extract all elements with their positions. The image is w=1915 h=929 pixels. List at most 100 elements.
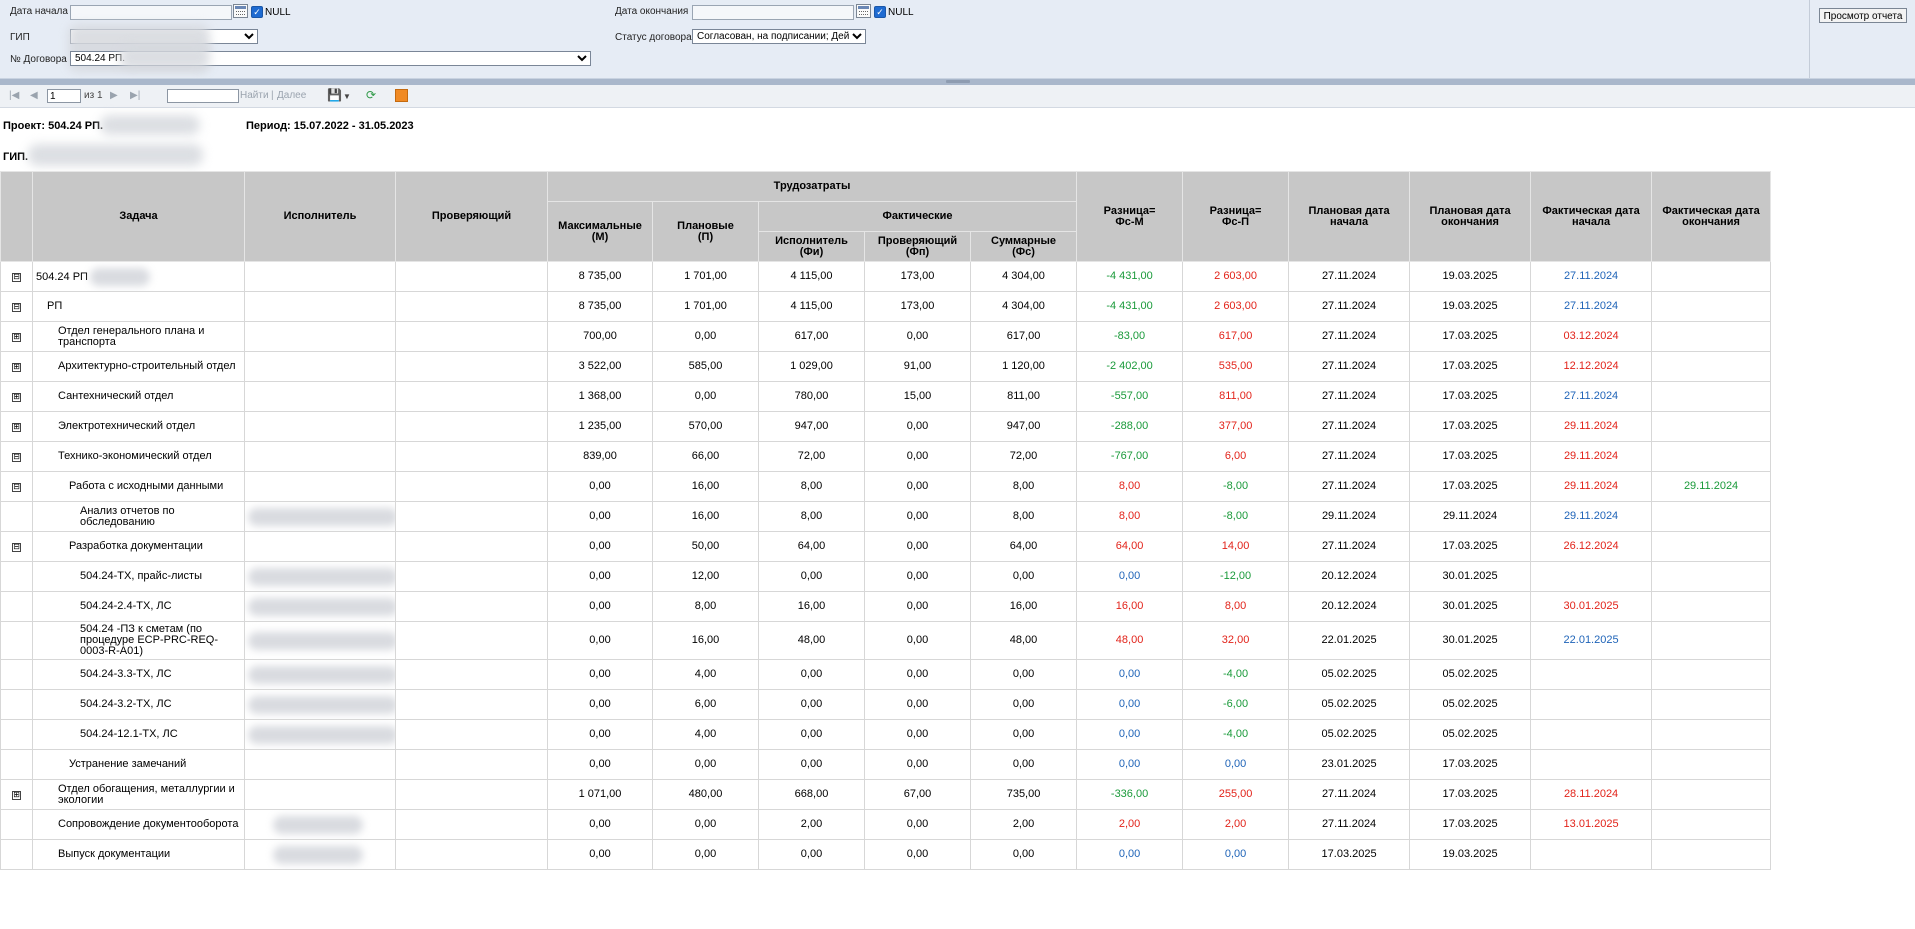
diff-p-cell: 377,00 xyxy=(1182,411,1290,442)
col-act-exec: Исполнитель (Фи) xyxy=(758,231,865,262)
diff-p-cell: 255,00 xyxy=(1182,779,1290,810)
fact-start-cell xyxy=(1530,749,1653,780)
find-input[interactable] xyxy=(167,89,239,103)
diff-p-cell: 0,00 xyxy=(1182,749,1290,780)
next-page-icon[interactable]: ▶ xyxy=(110,90,118,101)
table-row: Выпуск документации 0,00 0,00 0,00 0,00 0,00 0… xyxy=(0,839,1772,870)
executor-cell xyxy=(244,839,396,870)
expand-icon[interactable]: ⊞ xyxy=(12,333,21,342)
expand-icon[interactable]: ⊞ xyxy=(12,363,21,372)
row-toggle-cell[interactable]: ⊞ xyxy=(0,411,33,442)
max-cell: 8 735,00 xyxy=(547,291,653,322)
row-toggle-cell[interactable]: ⊞ xyxy=(0,321,33,352)
checker-cell xyxy=(395,411,548,442)
col-plan-start: Плановая дата начала xyxy=(1288,171,1411,262)
act-exec-cell: 0,00 xyxy=(758,561,865,592)
plan-end-cell: 17.03.2025 xyxy=(1409,351,1532,382)
collapse-icon[interactable]: ⊟ xyxy=(12,483,21,492)
find-next-link[interactable]: Далее xyxy=(277,90,306,101)
first-page-icon[interactable]: |◀ xyxy=(9,90,19,101)
date-start-null-checkbox[interactable]: ✓ xyxy=(251,6,263,18)
act-check-cell: 0,00 xyxy=(864,411,971,442)
gip-title: ГИП. xyxy=(3,151,29,163)
row-toggle-cell[interactable]: ⊟ xyxy=(0,441,33,472)
diff-m-cell: -4 431,00 xyxy=(1076,261,1184,292)
refresh-icon[interactable]: ⟳ xyxy=(366,88,376,102)
splitter-grip-icon[interactable] xyxy=(946,80,970,83)
plan-start-cell: 27.11.2024 xyxy=(1288,381,1411,412)
date-start-input[interactable] xyxy=(70,5,232,20)
checker-cell xyxy=(395,749,548,780)
plan-cell: 1 701,00 xyxy=(652,261,759,292)
export-save-icon[interactable]: 💾 xyxy=(327,88,342,102)
fact-end-cell xyxy=(1651,719,1772,750)
act-exec-cell: 4 115,00 xyxy=(758,261,865,292)
page-number-input[interactable] xyxy=(47,89,81,103)
row-toggle-cell[interactable]: ⊞ xyxy=(0,351,33,382)
plan-start-cell: 27.11.2024 xyxy=(1288,321,1411,352)
collapse-icon[interactable]: ⊟ xyxy=(12,543,21,552)
fact-end-cell xyxy=(1651,809,1772,840)
fact-end-cell xyxy=(1651,351,1772,382)
diff-m-cell: 0,00 xyxy=(1076,689,1184,720)
task-name: 504.24-3.3-ТХ, ЛС xyxy=(80,668,172,680)
date-end-calendar-icon[interactable] xyxy=(856,4,871,18)
row-toggle-cell[interactable]: ⊞ xyxy=(0,779,33,810)
table-row: 504.24-2.4-ТХ, ЛС 0,00 8,00 16,00 0,00 16,00 1… xyxy=(0,591,1772,622)
print-icon[interactable] xyxy=(395,89,408,102)
task-redacted xyxy=(89,267,150,286)
date-end-null-checkbox[interactable]: ✓ xyxy=(874,6,886,18)
row-toggle-cell[interactable]: ⊟ xyxy=(0,261,33,292)
act-exec-cell: 617,00 xyxy=(758,321,865,352)
contract-redacted xyxy=(120,44,210,70)
task-cell: Устранение замечаний xyxy=(32,749,245,780)
fact-start-cell: 29.11.2024 xyxy=(1530,441,1653,472)
prev-page-icon[interactable]: ◀ xyxy=(30,90,38,101)
col-diff-m: Разница= Фс-М xyxy=(1076,171,1184,262)
act-check-cell: 0,00 xyxy=(864,839,971,870)
expand-icon[interactable]: ⊞ xyxy=(12,423,21,432)
row-toggle-cell[interactable]: ⊞ xyxy=(0,381,33,412)
executor-cell xyxy=(244,809,396,840)
row-toggle-cell xyxy=(0,839,33,870)
fact-start-cell xyxy=(1530,689,1653,720)
max-cell: 1 368,00 xyxy=(547,381,653,412)
plan-end-cell: 05.02.2025 xyxy=(1409,719,1532,750)
row-toggle-cell xyxy=(0,501,33,532)
diff-p-cell: 2 603,00 xyxy=(1182,261,1290,292)
col-executor: Исполнитель xyxy=(244,171,396,262)
act-exec-cell: 4 115,00 xyxy=(758,291,865,322)
executor-cell xyxy=(244,441,396,472)
table-row: ⊟ Работа с исходными данными 0,00 16,00 8,00… xyxy=(0,471,1772,502)
act-sum-cell: 0,00 xyxy=(969,749,1078,780)
plan-start-cell: 27.11.2024 xyxy=(1288,531,1411,562)
plan-start-cell: 05.02.2025 xyxy=(1288,659,1411,690)
export-dropdown-icon[interactable]: ▼ xyxy=(343,92,351,101)
view-report-button[interactable]: Просмотр отчета xyxy=(1819,8,1907,23)
checker-cell xyxy=(395,291,548,322)
expand-icon[interactable]: ⊞ xyxy=(12,791,21,800)
collapse-icon[interactable]: ⊟ xyxy=(12,453,21,462)
col-fact-end: Фактическая дата окончания xyxy=(1651,171,1772,262)
find-link[interactable]: Найти xyxy=(240,90,269,101)
row-toggle-cell[interactable]: ⊟ xyxy=(0,531,33,562)
date-end-input[interactable] xyxy=(692,5,854,20)
status-select[interactable]: Согласован, на подписании; Дейст xyxy=(692,29,866,44)
col-max: Максимальные (М) xyxy=(547,201,653,262)
last-page-icon[interactable]: ▶| xyxy=(130,90,140,101)
diff-m-cell: -336,00 xyxy=(1076,779,1184,810)
row-toggle-cell[interactable]: ⊟ xyxy=(0,471,33,502)
plan-end-cell: 17.03.2025 xyxy=(1409,381,1532,412)
expand-icon[interactable]: ⊞ xyxy=(12,393,21,402)
diff-p-cell: 0,00 xyxy=(1182,839,1290,870)
act-sum-cell: 16,00 xyxy=(969,591,1078,622)
task-name: Электротехнический отдел xyxy=(58,420,196,432)
row-toggle-cell[interactable]: ⊟ xyxy=(0,291,33,322)
task-cell: 504.24 РП xyxy=(32,261,245,292)
act-exec-cell: 16,00 xyxy=(758,591,865,622)
collapse-icon[interactable]: ⊟ xyxy=(12,303,21,312)
act-check-cell: 0,00 xyxy=(864,621,971,660)
act-sum-cell: 48,00 xyxy=(969,621,1078,660)
date-start-calendar-icon[interactable] xyxy=(233,4,248,18)
collapse-icon[interactable]: ⊟ xyxy=(12,273,21,282)
